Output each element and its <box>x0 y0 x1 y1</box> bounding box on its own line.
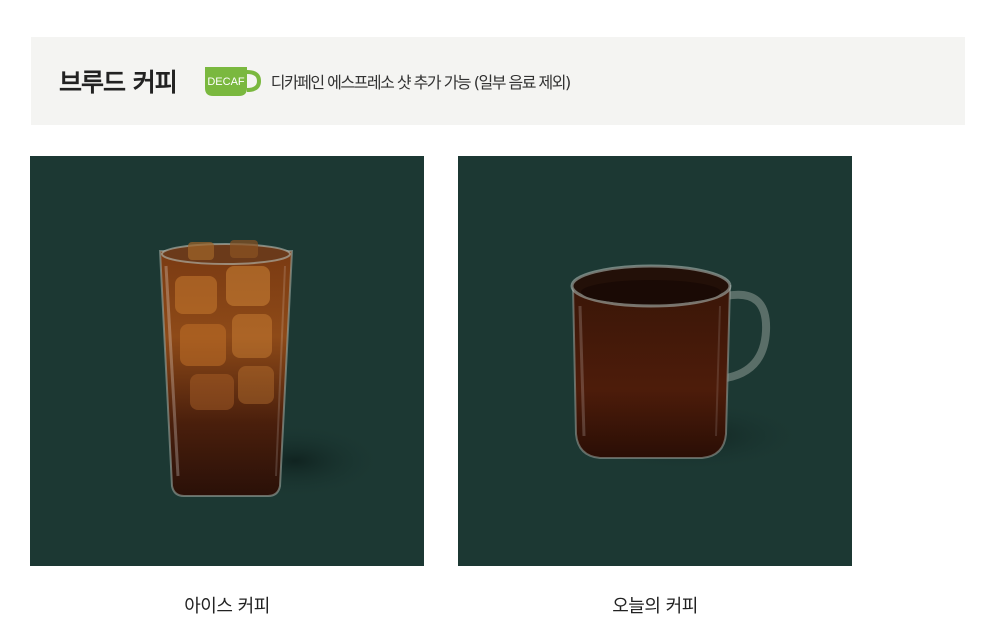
category-title: 브루드 커피 <box>59 68 178 97</box>
decaf-note: 디카페인 에스프레소 샷 추가 가능 (일부 음료 제외) <box>270 73 572 92</box>
page: 브루드 커피 DECAF 디카페인 에스프레소 샷 추가 가능 (일부 음료 제… <box>0 0 1000 618</box>
decaf-cup-icon: DECAF <box>203 64 261 98</box>
product-name[interactable]: 아이스 커피 <box>30 592 424 618</box>
product-name[interactable]: 오늘의 커피 <box>458 592 852 618</box>
product-card-iced-coffee[interactable]: 아이스 커피 <box>30 156 424 618</box>
product-image-iced-coffee[interactable] <box>30 156 424 566</box>
product-image-brewed-coffee[interactable] <box>458 156 852 566</box>
product-card-brewed-coffee[interactable]: 오늘의 커피 <box>458 156 852 618</box>
decaf-badge-text: DECAF <box>207 76 245 88</box>
category-header: 브루드 커피 DECAF 디카페인 에스프레소 샷 추가 가능 (일부 음료 제… <box>31 37 965 125</box>
